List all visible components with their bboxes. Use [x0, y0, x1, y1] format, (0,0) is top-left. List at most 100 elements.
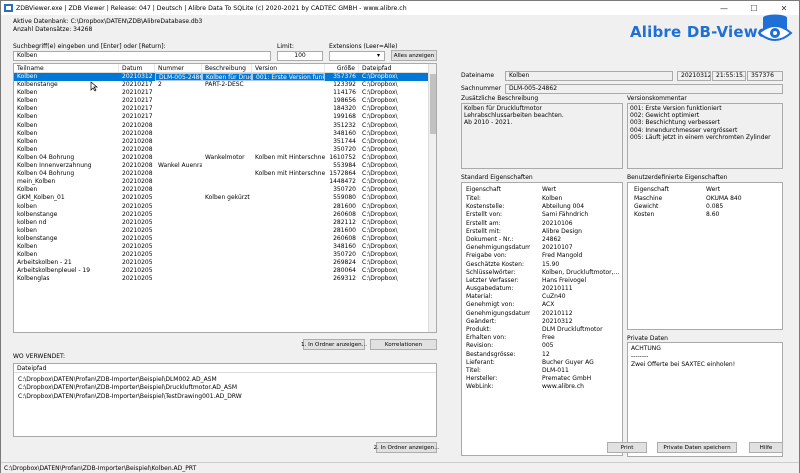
table-row[interactable]: Kolben 20210208 350720 C:\Dropbox\: [14, 146, 436, 154]
property-row[interactable]: Hersteller: Prematec GmbH: [462, 375, 622, 383]
table-cell: [252, 251, 325, 259]
date-field[interactable]: 20210312: [677, 71, 711, 81]
scrollbar-thumb[interactable]: [430, 74, 436, 134]
print-button[interactable]: Print: [607, 442, 647, 453]
chevron-down-icon[interactable]: ▾: [377, 51, 380, 61]
table-row[interactable]: Kolben 20210217 114176 C:\Dropbox\: [14, 89, 436, 97]
property-row[interactable]: Titel: DLM-011: [462, 367, 622, 375]
property-row[interactable]: Erstellt von: Sami Fähndrich: [462, 211, 622, 219]
version-comment-textbox[interactable]: 001: Erste Version funktioniert 002: Gewi…: [627, 103, 783, 169]
correlations-button[interactable]: Korrelationen: [370, 339, 437, 350]
property-row[interactable]: Letzter Verfasser: Hans Freivogel: [462, 277, 622, 285]
size-field[interactable]: 357376: [747, 71, 783, 81]
property-row[interactable]: Titel: Kolben: [462, 195, 622, 203]
property-row[interactable]: Geschätzte Kosten: 15.90: [462, 261, 622, 269]
table-row[interactable]: Kolbenglas 20210205 269312 C:\Dropbox\: [14, 275, 436, 283]
standard-props-table[interactable]: Eigenschaft Wert Titel: Kolben Kostenstell…: [461, 182, 623, 456]
property-row[interactable]: WebLink: www.alibre.ch: [462, 383, 622, 391]
table-row[interactable]: Kolben 20210217 199168 C:\Dropbox\: [14, 113, 436, 121]
col-header[interactable]: Dateipfad: [359, 64, 429, 72]
list-item[interactable]: C:\Dropbox\DATEN\Profan\ZDB-Importer\Bei…: [14, 384, 436, 392]
property-row[interactable]: Revision: 005: [462, 342, 622, 350]
col-header[interactable]: Beschreibung: [202, 64, 252, 72]
open-folder-2-button[interactable]: 2. In Ordner anzeigen...: [373, 442, 440, 453]
text-line: --------: [631, 353, 649, 360]
table-cell: GKM_Kolben_01: [17, 194, 65, 202]
table-row[interactable]: Kolben Innenverzahnung 20210208 Wankel Aue…: [14, 162, 436, 170]
col-header[interactable]: Datum: [119, 64, 155, 72]
property-row[interactable]: Erstellt am: 20210106: [462, 220, 622, 228]
table-row[interactable]: GKM_Kolben_01 20210205 Kolben gekürzt 4 mm…: [14, 194, 436, 202]
col-header[interactable]: Größe: [325, 64, 359, 72]
table-cell: [155, 267, 202, 275]
table-row[interactable]: kolbenstange 20210205 260608 C:\Dropbox\: [14, 211, 436, 219]
table-cell: 199168: [333, 113, 356, 121]
minimize-button[interactable]: —: [709, 1, 739, 15]
property-row[interactable]: Kosten 8.60: [628, 211, 782, 219]
table-row[interactable]: Kolben 04 Bohrung 20210208 Wankelmotor Kolb…: [14, 154, 436, 162]
save-private-data-button[interactable]: Private Daten speichern: [657, 442, 737, 453]
col-header[interactable]: Teilname: [14, 64, 119, 72]
property-row[interactable]: Gewicht 0.085: [628, 203, 782, 211]
search-input[interactable]: Kolben: [13, 51, 271, 61]
property-row[interactable]: Kostenstelle: Abteilung 004: [462, 203, 622, 211]
list-item[interactable]: C:\Dropbox\DATEN\Profan\ZDB-Importer\Bei…: [14, 393, 436, 401]
property-row[interactable]: Ausgabedatum: 20210111: [462, 285, 622, 293]
filename-field[interactable]: Kolben: [505, 71, 673, 81]
time-field[interactable]: 21:55:15.00: [712, 71, 746, 81]
table-row[interactable]: Kolben 20210312DLM-005-24862Kolben für Dr…: [14, 73, 436, 82]
filename-label: Dateiname: [461, 72, 495, 79]
list-item[interactable]: C:\Dropbox\DATEN\Profan\ZDB-Importer\Bei…: [14, 376, 436, 384]
property-row[interactable]: Dokument - Nr.: 24862: [462, 236, 622, 244]
limit-input[interactable]: 100: [277, 51, 323, 61]
table-cell: Kolben mit Hinterschnei...: [255, 170, 325, 178]
table-row[interactable]: Kolben 20210217 184320 C:\Dropbox\: [14, 105, 436, 113]
property-row[interactable]: Produkt: DLM Druckluftmotor: [462, 326, 622, 334]
property-row[interactable]: Genehmigt von: ACX: [462, 301, 622, 309]
private-data-textbox[interactable]: ACHTUNG -------- Zwei Offerte bei SAXTEC e…: [627, 342, 783, 457]
where-used-table[interactable]: Dateipfad C:\Dropbox\DATEN\Profan\ZDB-Im…: [13, 363, 437, 437]
table-row[interactable]: kolben 20210205 281600 C:\Dropbox\: [14, 203, 436, 211]
table-row[interactable]: Kolben 20210205 350720 C:\Dropbox\: [14, 251, 436, 259]
property-row[interactable]: Material: CuZn40: [462, 293, 622, 301]
property-value: 24862: [542, 235, 562, 243]
show-all-button[interactable]: Alles anzeigen: [391, 50, 437, 61]
property-row[interactable]: Genehmigungsdatum: 20210112: [462, 310, 622, 318]
help-button[interactable]: Hilfe: [749, 442, 783, 453]
table-row[interactable]: mein_Kolben 20210208 1448472 C:\Dropbox\: [14, 178, 436, 186]
property-name: Erhalten von:: [466, 334, 507, 342]
table-cell: [252, 178, 325, 186]
table-row[interactable]: Kolben 20210208 350720 C:\Dropbox\: [14, 186, 436, 194]
table-row[interactable]: Arbeitskolbenpleuel - 19 20210205 280064 C:…: [14, 267, 436, 275]
table-row[interactable]: Kolben 20210208 351744 C:\Dropbox\: [14, 138, 436, 146]
property-value: Prematec GmbH: [542, 375, 592, 383]
property-row[interactable]: Freigabe von: Fred Mangold: [462, 252, 622, 260]
property-row[interactable]: Maschine OKUMA 840: [628, 195, 782, 203]
table-row[interactable]: Kolbenstange 20210217 2 PART-2-DESC 123392 C:…: [14, 81, 436, 89]
partnum-field[interactable]: DLM-005-24862: [505, 84, 783, 94]
results-table[interactable]: Teilname Datum Nummer Beschreibung Version Gr…: [13, 63, 437, 333]
table-row[interactable]: Kolben 04 Bohrung 20210208 Kolben mit Hint…: [14, 170, 436, 178]
description-textbox[interactable]: Kolben für Druckluftmotor Lehrabschlussar…: [461, 103, 623, 169]
col-header[interactable]: Version: [252, 64, 325, 72]
property-row[interactable]: Geändert: 20210312: [462, 318, 622, 326]
custom-props-table[interactable]: Eigenschaft Wert Maschine OKUMA 840 Gewich…: [627, 182, 783, 330]
property-row[interactable]: Schlüsselwörter: Kolben, Druckluftmotor,.…: [462, 269, 622, 277]
table-row[interactable]: kolben 20210205 281600 C:\Dropbox\: [14, 227, 436, 235]
col-header[interactable]: Nummer: [155, 64, 202, 72]
property-row[interactable]: Erstellt mit: Alibre Design: [462, 228, 622, 236]
table-row[interactable]: Kolben 20210208 348160 C:\Dropbox\: [14, 130, 436, 138]
property-row[interactable]: Genehmigungsdatum: 20210107: [462, 244, 622, 252]
table-row[interactable]: Kolben 20210208 351232 C:\Dropbox\: [14, 122, 436, 130]
property-row[interactable]: Bestandsgrösse: 12: [462, 351, 622, 359]
table-row[interactable]: kolben nd 20210205 282112 C:\Dropbox\: [14, 219, 436, 227]
table-row[interactable]: Kolben 20210205 348160 C:\Dropbox\: [14, 243, 436, 251]
open-folder-1-button[interactable]: 1. In Ordner anzeigen...: [301, 339, 367, 350]
table-cell: [155, 113, 202, 121]
table-row[interactable]: Arbeitskolben - 21 20210205 269824 C:\Dropb…: [14, 259, 436, 267]
table-row[interactable]: kolbenstange 20210205 260608 C:\Dropbox\: [14, 235, 436, 243]
table-row[interactable]: Kolben 20210217 198656 C:\Dropbox\: [14, 97, 436, 105]
results-scrollbar[interactable]: [428, 64, 436, 332]
property-row[interactable]: Erhalten von: Free: [462, 334, 622, 342]
property-row[interactable]: Lieferant: Bucher Guyer AG: [462, 359, 622, 367]
